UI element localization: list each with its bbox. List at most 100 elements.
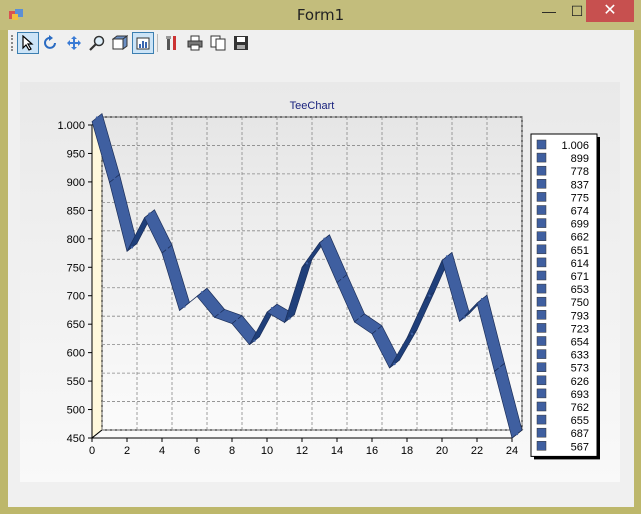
legend-swatch [536, 310, 547, 320]
chart-left-wall [91, 115, 103, 440]
data-point [253, 339, 256, 342]
chart-title: TeeChart [290, 100, 335, 112]
zoom-icon[interactable] [86, 32, 108, 54]
data-point [463, 316, 466, 319]
legend-swatch [536, 401, 547, 412]
legend-item-label: 662 [571, 232, 589, 244]
y-tick-label: 750 [67, 262, 85, 274]
copy-icon[interactable] [207, 32, 229, 54]
legend-item-label: 793 [571, 310, 589, 322]
legend-swatch [536, 270, 547, 281]
x-tick-label: 20 [436, 445, 448, 457]
data-point [95, 116, 99, 119]
data-point [165, 247, 169, 251]
y-tick-label: 500 [67, 405, 85, 417]
teechart-panel[interactable]: 450 500 550 600 650 700 750 800 850 900 950 1.000 0 2… [20, 82, 620, 482]
legend-item-label: 654 [571, 337, 589, 349]
app-window: Form1 — ☐ ✕ 450 500 550 600 650 700 750 … [0, 0, 641, 514]
data-point [235, 318, 239, 321]
edit-icon[interactable] [161, 32, 183, 54]
data-point [428, 294, 431, 297]
chart-floor [90, 429, 524, 439]
legend-item-label: 671 [571, 271, 589, 283]
rotate-icon[interactable] [40, 32, 62, 54]
y-tick-label: 700 [67, 291, 85, 303]
legend-item-label: 837 [571, 179, 589, 191]
data-point [183, 305, 186, 308]
legend-item-label: 693 [571, 389, 589, 401]
x-tick-label: 4 [159, 445, 165, 457]
toolbar-grip[interactable] [11, 35, 15, 51]
legend-swatch [536, 283, 547, 294]
x-tick-label: 0 [89, 445, 95, 457]
toolbar-separator [157, 34, 158, 52]
legend-item-label: 699 [571, 219, 589, 231]
legend-item-label: 723 [571, 323, 589, 335]
data-point [305, 262, 309, 265]
data-point [445, 255, 449, 258]
x-tick-label: 8 [229, 445, 235, 457]
print-icon[interactable] [184, 32, 206, 54]
line-chart: 450 500 550 600 650 700 750 800 850 900 950 1.000 0 2… [57, 100, 600, 460]
x-tick-label: 24 [506, 445, 518, 457]
data-point [130, 246, 134, 249]
x-tick-label: 14 [331, 445, 343, 457]
close-button[interactable]: ✕ [586, 0, 634, 22]
legend-swatch [536, 257, 547, 268]
data-point [200, 291, 204, 294]
y-tick-label: 850 [67, 205, 85, 217]
legend-item-label: 614 [571, 258, 589, 270]
legend-item-label: 573 [571, 363, 589, 375]
move-icon[interactable] [63, 32, 85, 54]
y-tick-label: 650 [67, 319, 85, 331]
x-tick-label: 12 [296, 445, 308, 457]
legend-item-label: 655 [571, 415, 589, 427]
data-point [393, 362, 396, 366]
y-tick-label: 450 [67, 433, 85, 445]
data-point [515, 432, 519, 436]
y-tick-label: 600 [67, 348, 85, 360]
legend-swatch [536, 427, 547, 438]
save-icon[interactable] [230, 32, 252, 54]
title-bar[interactable]: Form1 — ☐ ✕ [0, 0, 641, 30]
pointer-icon[interactable] [17, 32, 39, 54]
legend-swatch [536, 152, 547, 163]
y-tick-label: 1.000 [57, 120, 85, 132]
legend-swatch [536, 218, 547, 228]
legend-item-label: 633 [571, 350, 589, 362]
legend-swatch [536, 192, 547, 202]
legend-item-label: 1.006 [561, 140, 589, 152]
legend-swatch [536, 231, 547, 241]
data-point [498, 366, 501, 369]
x-tick-label: 10 [261, 445, 273, 457]
data-point [218, 312, 221, 315]
data-point [375, 328, 379, 332]
legend-item-label: 567 [571, 441, 589, 453]
y-tick-label: 900 [67, 177, 85, 189]
x-tick-label: 18 [401, 445, 413, 457]
teechart-toolbar [8, 30, 634, 57]
legend-swatch [536, 165, 547, 176]
data-point [148, 212, 151, 215]
legend-item-label: 775 [571, 192, 589, 204]
y-tick-label: 950 [67, 148, 85, 160]
legend-item-label: 750 [571, 297, 589, 309]
data-point [480, 297, 484, 301]
legend-item-label: 651 [571, 245, 589, 257]
legend-swatch [536, 139, 547, 150]
legend-swatch [536, 179, 547, 189]
form-client-area: 450 500 550 600 650 700 750 800 850 900 950 1.000 0 2… [8, 30, 634, 507]
legend-item-label: 653 [571, 284, 589, 296]
legend-swatch [536, 414, 547, 425]
depth-icon[interactable] [109, 32, 131, 54]
3d-icon[interactable] [132, 32, 154, 54]
legend-swatch [536, 205, 547, 215]
legend-swatch [536, 296, 547, 307]
x-tick-label: 6 [194, 445, 200, 457]
legend-item-label: 626 [571, 376, 589, 388]
legend-item-label: 687 [571, 428, 589, 440]
legend-item-label: 778 [571, 166, 589, 178]
legend-swatch [536, 323, 547, 333]
data-point [358, 316, 361, 320]
data-point [340, 277, 344, 280]
